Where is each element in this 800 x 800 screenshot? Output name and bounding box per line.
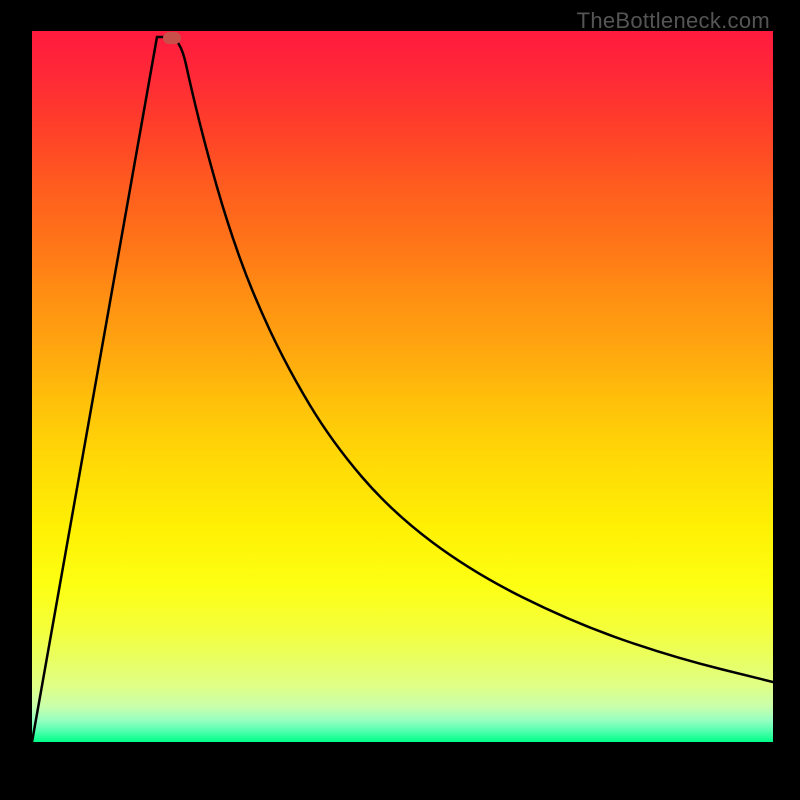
plot-area (32, 31, 773, 742)
watermark-label: TheBottleneck.com (577, 8, 770, 34)
curve-svg (32, 31, 773, 742)
curve-path-left (32, 37, 157, 742)
optimal-point-marker (163, 32, 181, 44)
chart-container: TheBottleneck.com (0, 0, 800, 800)
curve-path-right (157, 37, 773, 682)
